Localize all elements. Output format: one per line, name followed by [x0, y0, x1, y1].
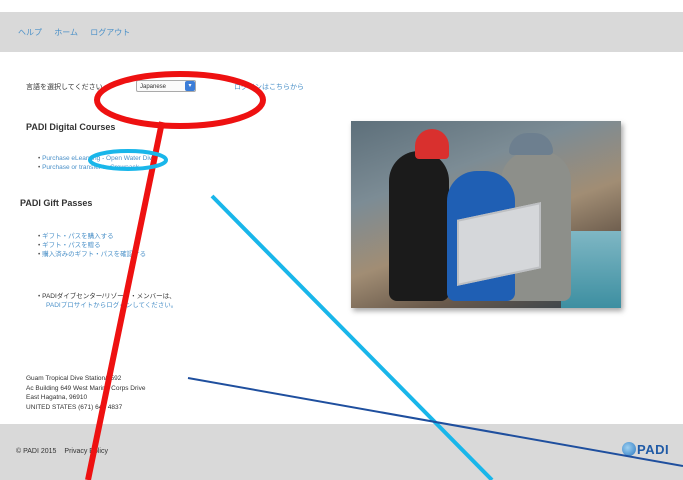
- photo-cap: [509, 133, 553, 155]
- gift-pass-check-link[interactable]: 購入済みのギフト・パスを確認する: [38, 250, 146, 259]
- logo-text: PADI: [637, 442, 670, 457]
- address-line: Guam Tropical Dive Station/2592: [26, 375, 122, 382]
- digital-course-link[interactable]: Purchase or transfer to Crewpack: [38, 163, 158, 172]
- footer-copyright: © PADI 2015 Privacy Policy: [16, 448, 108, 455]
- login-link[interactable]: ログインはこちらから: [234, 82, 304, 92]
- photo-person-left: [389, 151, 449, 301]
- digital-courses-list: Purchase eLearning - Open Water Diver Pu…: [38, 154, 158, 172]
- dive-center-note: PADIダイブセンター/リゾート・メンバーは、 PADIプロサイトからログインし…: [38, 292, 177, 310]
- copyright-text: © PADI 2015: [16, 448, 57, 455]
- language-select[interactable]: Japanese ▾: [136, 80, 196, 92]
- photo-red-beanie: [415, 129, 449, 159]
- globe-icon: [622, 442, 636, 456]
- section-title-gift-passes: PADI Gift Passes: [20, 198, 93, 208]
- top-nav-links: ヘルプ ホーム ログアウト: [18, 27, 140, 38]
- gift-pass-buy-link[interactable]: ギフト・パスを購入する: [38, 232, 146, 241]
- padi-logo: PADI: [622, 442, 669, 457]
- address-line: Ac Building 649 West Marine Corps Drive: [26, 384, 146, 392]
- gift-pass-send-link[interactable]: ギフト・パスを贈る: [38, 241, 146, 250]
- nav-home-link[interactable]: ホーム: [54, 28, 78, 37]
- language-selected-value: Japanese: [140, 84, 167, 90]
- address-line: East Hagatna, 96910: [26, 394, 88, 401]
- dropdown-arrow-icon[interactable]: ▾: [185, 81, 195, 91]
- promo-photo: [351, 121, 621, 308]
- top-nav-bar: ヘルプ ホーム ログアウト: [0, 12, 683, 52]
- footer-bar: © PADI 2015 Privacy Policy PADI: [0, 424, 683, 480]
- nav-logout-link[interactable]: ログアウト: [90, 28, 130, 37]
- section-title-digital-courses: PADI Digital Courses: [26, 122, 116, 132]
- store-address: Guam Tropical Dive Station/2592 Ac Build…: [26, 374, 145, 412]
- privacy-policy-link[interactable]: Privacy Policy: [64, 448, 108, 455]
- dive-center-text: PADIダイブセンター/リゾート・メンバーは、 PADIプロサイトからログインし…: [38, 292, 177, 310]
- dive-center-line1: PADIダイブセンター/リゾート・メンバーは、: [42, 293, 176, 300]
- digital-course-link[interactable]: Purchase eLearning - Open Water Diver: [38, 154, 158, 163]
- gift-passes-list: ギフト・パスを購入する ギフト・パスを贈る 購入済みのギフト・パスを確認する: [38, 232, 146, 259]
- address-line: UNITED STATES (671) 648 4837: [26, 403, 123, 411]
- language-prompt: 言語を選択してください: [26, 84, 103, 91]
- nav-help-link[interactable]: ヘルプ: [18, 28, 42, 37]
- pro-site-login-link[interactable]: PADIプロサイトからログインしてください。: [38, 301, 177, 310]
